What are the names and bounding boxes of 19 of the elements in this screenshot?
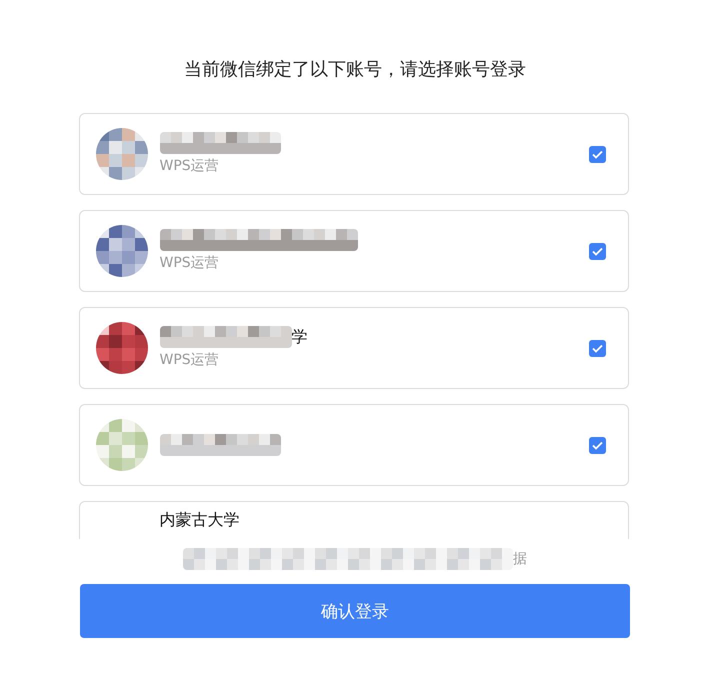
account-org: WPS运营 <box>160 157 219 175</box>
checkbox[interactable] <box>588 146 606 162</box>
check-icon <box>592 246 602 256</box>
page-title: 当前微信绑定了以下账号，请选择账号登录 <box>184 58 526 82</box>
account-card[interactable]: WPS运营 <box>78 113 628 195</box>
check-icon <box>592 344 602 352</box>
checkbox[interactable] <box>588 340 606 356</box>
checkbox[interactable] <box>588 436 606 454</box>
account-name: 学 <box>292 327 308 347</box>
account-org: WPS运营 <box>160 254 219 272</box>
account-org: WPS运营 <box>160 351 219 369</box>
account-card[interactable]: WPS运营 <box>78 210 628 292</box>
account-name: 内蒙古大学 <box>160 510 240 530</box>
confirm-login-button[interactable]: 确认登录 <box>80 584 630 638</box>
checkbox[interactable] <box>588 242 606 260</box>
note-text: 据 <box>513 550 527 568</box>
check-icon <box>592 150 602 158</box>
check-icon <box>592 440 602 450</box>
account-card[interactable]: 学 WPS运营 <box>78 307 628 389</box>
